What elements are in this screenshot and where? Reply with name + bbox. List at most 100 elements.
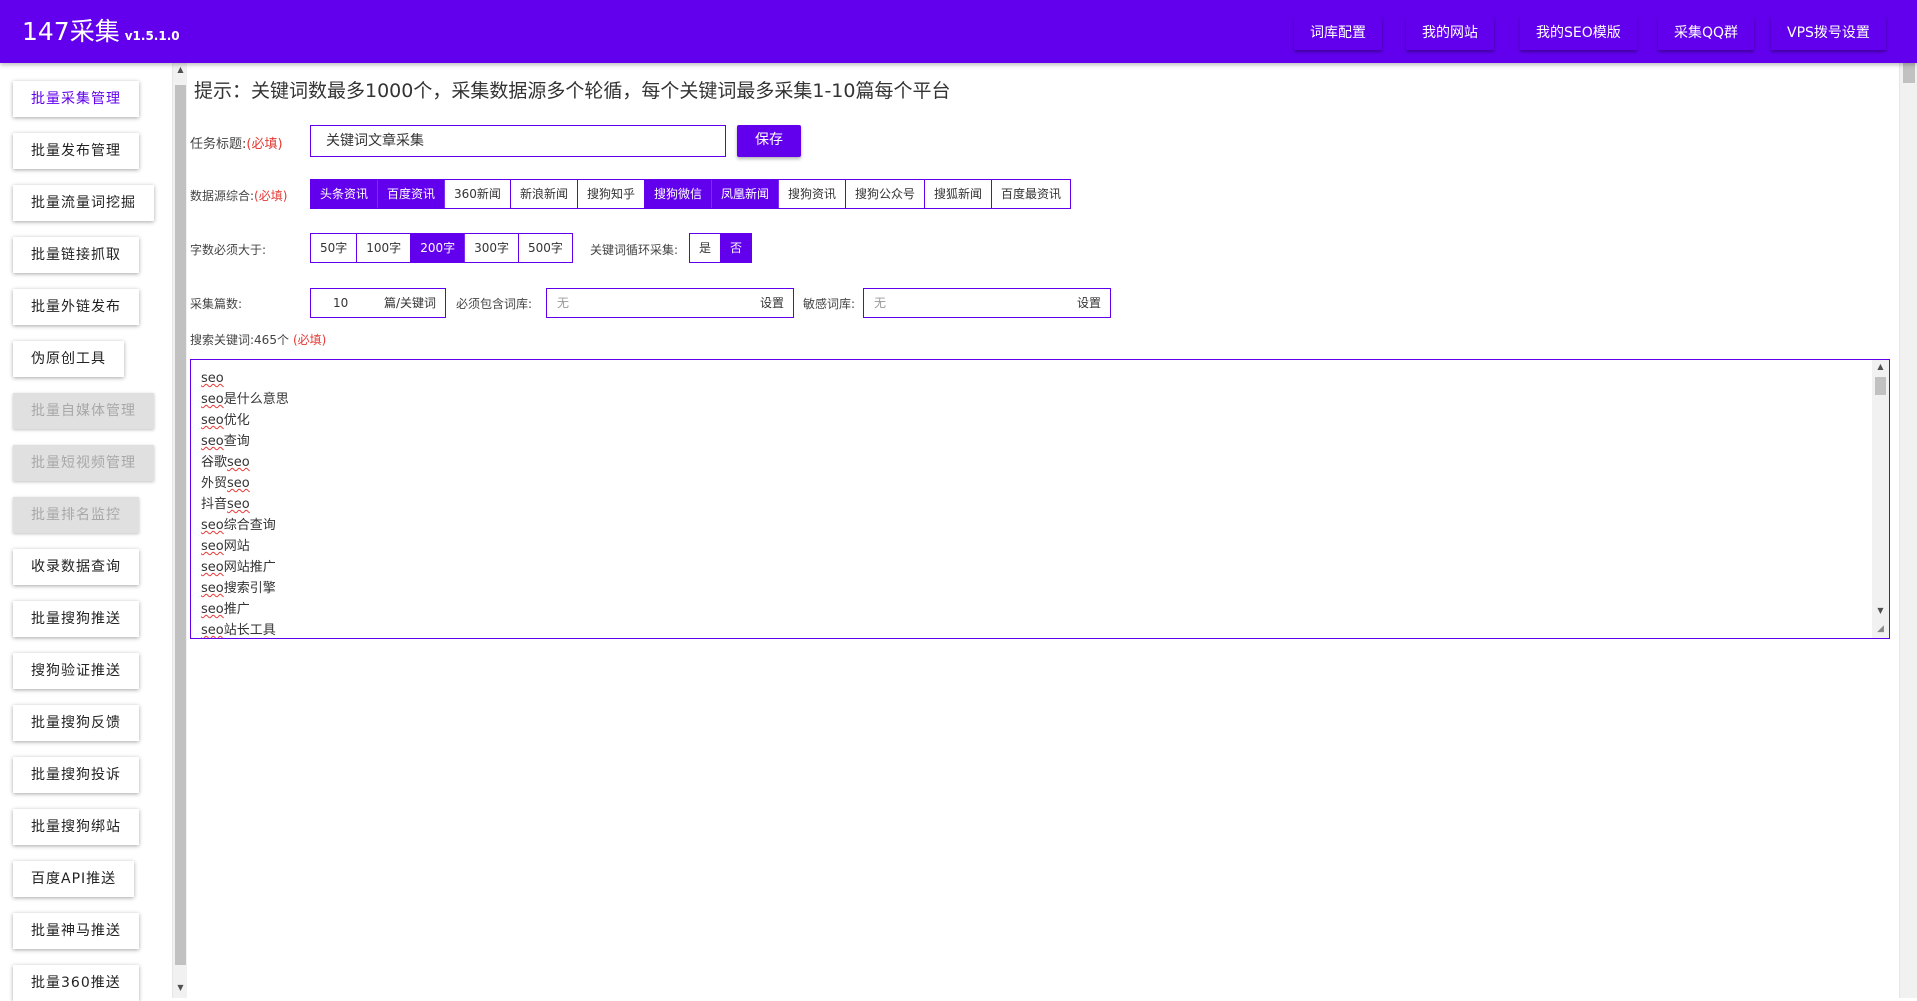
keyword-suffix: 站长工具 [223, 623, 276, 638]
sidebar-item-traffic-words[interactable]: 批量流量词挖掘 [13, 185, 154, 221]
keywords-scroll-down-icon[interactable]: ▼ [1872, 606, 1889, 615]
keyword-prefix: 谷歌 [201, 455, 228, 470]
sidebar-item-batch-publish[interactable]: 批量发布管理 [13, 133, 139, 169]
sidebar-item-link-fetch[interactable]: 批量链接抓取 [13, 237, 139, 273]
sidebar-item-backlink-publish[interactable]: 批量外链发布 [13, 289, 139, 325]
sidebar-item-short-video[interactable]: 批量短视频管理 [13, 445, 154, 481]
source-sogou-news-option[interactable]: 搜狗资讯 [779, 180, 847, 208]
nav-qq-group-button[interactable]: 采集QQ群 [1658, 16, 1755, 50]
keyword-term: seo [201, 560, 224, 575]
loop-collect-label: 关键词循环采集: [590, 243, 679, 257]
sensitive-words-settings-button[interactable]: 设置 [1077, 289, 1101, 317]
sidebar-item-sogou-bind[interactable]: 批量搜狗绑站 [13, 809, 139, 845]
keyword-term: seo [201, 581, 224, 596]
keyword-term: seo [201, 623, 224, 638]
keywords-scroll-up-icon[interactable]: ▲ [1872, 362, 1889, 371]
resize-handle-icon[interactable]: ◢ [1872, 624, 1889, 634]
sidebar-item-sogou-complaint[interactable]: 批量搜狗投诉 [13, 757, 139, 793]
word-count-300-option[interactable]: 300字 [465, 234, 519, 262]
sensitive-words-field: 无 设置 [863, 288, 1111, 318]
keyword-term: seo [201, 434, 224, 449]
keyword-line: seo搜索引擎 [201, 578, 276, 599]
source-sohu-option[interactable]: 搜狐新闻 [925, 180, 993, 208]
keyword-line: seo查询 [201, 431, 250, 452]
nav-my-sites-button[interactable]: 我的网站 [1406, 16, 1494, 50]
keyword-line: seo [201, 368, 224, 389]
must-include-value: 无 [557, 296, 570, 310]
nav-seo-templates-button[interactable]: 我的SEO模版 [1520, 16, 1637, 50]
app-brand: 147采集 v1.5.1.0 [22, 17, 180, 51]
keyword-suffix: 网站推广 [223, 560, 276, 575]
main-panel: 提示：关键词数最多1000个，采集数据源多个轮循，每个关键词最多采集1-10篇每… [188, 63, 1899, 998]
sidebar-item-index-query[interactable]: 收录数据查询 [13, 549, 139, 585]
sidebar-item-batch-collect[interactable]: 批量采集管理 [13, 81, 139, 117]
loop-no-option[interactable]: 否 [721, 234, 752, 262]
source-360-option[interactable]: 360新闻 [445, 180, 511, 208]
source-baidu-option[interactable]: 百度资讯 [378, 180, 446, 208]
keyword-term: seo [201, 539, 224, 554]
loop-yes-option[interactable]: 是 [690, 234, 722, 262]
sidebar-item-sogou-verify-push[interactable]: 搜狗验证推送 [13, 653, 139, 689]
source-sogou-official-option[interactable]: 搜狗公众号 [846, 180, 926, 208]
app-header: 147采集 v1.5.1.0 词库配置 我的网站 我的SEO模版 采集QQ群 VP… [0, 0, 1917, 63]
sidebar-item-pseudo-original[interactable]: 伪原创工具 [13, 341, 124, 377]
keyword-line: 外贸seo [201, 473, 250, 494]
scroll-up-arrow-icon[interactable]: ▲ [173, 65, 188, 74]
sidebar-item-360-push[interactable]: 批量360推送 [13, 965, 139, 1001]
page-scrollbar-thumb[interactable] [1903, 63, 1915, 83]
sensitive-words-label: 敏感词库: [803, 297, 856, 311]
sidebar-item-sogou-feedback[interactable]: 批量搜狗反馈 [13, 705, 139, 741]
keyword-term: seo [227, 497, 250, 512]
article-count-value[interactable]: 10 [333, 289, 348, 317]
keywords-textarea[interactable]: seo seo是什么意思 seo优化 seo查询 谷歌seo 外贸seo 抖音s… [190, 359, 1890, 639]
source-toutiao-option[interactable]: 头条资讯 [311, 180, 379, 208]
keyword-suffix: 查询 [223, 434, 250, 449]
source-sina-option[interactable]: 新浪新闻 [510, 180, 578, 208]
keyword-line: seo优化 [201, 410, 250, 431]
sidebar-item-shenma-push[interactable]: 批量神马推送 [13, 913, 139, 949]
sidebar-scrollbar-thumb[interactable] [175, 85, 186, 965]
task-title-input[interactable]: 关键词文章采集 [310, 125, 726, 157]
keyword-line: 抖音seo [201, 494, 250, 515]
word-count-100-option[interactable]: 100字 [357, 234, 412, 262]
app-version: v1.5.1.0 [124, 29, 180, 43]
must-include-label: 必须包含词库: [456, 297, 533, 311]
source-sogou-zhihu-option[interactable]: 搜狗知乎 [577, 180, 645, 208]
keyword-line: seo综合查询 [201, 515, 276, 536]
page-scrollbar[interactable] [1899, 63, 1917, 998]
data-source-selector: 头条资讯 百度资讯 360新闻 新浪新闻 搜狗知乎 搜狗微信 凤凰新闻 搜狗资讯… [310, 179, 1072, 209]
keyword-suffix: 优化 [223, 413, 250, 428]
keyword-line: seo网站 [201, 536, 250, 557]
must-include-settings-button[interactable]: 设置 [760, 289, 784, 317]
sidebar-item-rank-monitor[interactable]: 批量排名监控 [13, 497, 139, 533]
keyword-suffix: 综合查询 [223, 518, 276, 533]
sidebar-item-baidu-api-push[interactable]: 百度API推送 [13, 861, 135, 897]
word-count-200-option[interactable]: 200字 [411, 234, 466, 262]
source-ifeng-option[interactable]: 凤凰新闻 [711, 180, 779, 208]
keyword-line: 谷歌seo [201, 452, 250, 473]
keyword-term: seo [201, 602, 224, 617]
sidebar-scrollbar[interactable]: ▲ ▼ [172, 63, 187, 998]
article-count-field[interactable]: 10 篇/关键词 [310, 288, 446, 318]
keyword-line: seo是什么意思 [201, 389, 289, 410]
keyword-suffix: 网站 [223, 539, 250, 554]
source-sogou-wechat-option[interactable]: 搜狗微信 [644, 180, 712, 208]
scroll-down-arrow-icon[interactable]: ▼ [173, 983, 188, 992]
keyword-term: seo [227, 455, 250, 470]
keyword-suffix: 推广 [223, 602, 250, 617]
task-title-label: 任务标题:(必填) [190, 133, 283, 152]
keywords-required: (必填) [292, 333, 327, 347]
keywords-scrollbar[interactable]: ▲ ▼ ◢ [1872, 360, 1889, 638]
source-baidu-latest-option[interactable]: 百度最资讯 [992, 180, 1071, 208]
keywords-count-text: 搜索关键词:465个 [190, 333, 289, 347]
keywords-scrollbar-thumb[interactable] [1875, 377, 1886, 395]
word-count-50-option[interactable]: 50字 [311, 234, 358, 262]
sidebar-item-sogou-push[interactable]: 批量搜狗推送 [13, 601, 139, 637]
keyword-suffix: 搜索引擎 [223, 581, 276, 596]
app-title: 147采集 [22, 17, 120, 46]
save-button[interactable]: 保存 [737, 125, 801, 157]
sidebar-item-self-media[interactable]: 批量自媒体管理 [13, 393, 154, 429]
word-count-500-option[interactable]: 500字 [519, 234, 572, 262]
nav-lexicon-config-button[interactable]: 词库配置 [1294, 16, 1382, 50]
nav-vps-dialup-button[interactable]: VPS拨号设置 [1771, 16, 1886, 50]
